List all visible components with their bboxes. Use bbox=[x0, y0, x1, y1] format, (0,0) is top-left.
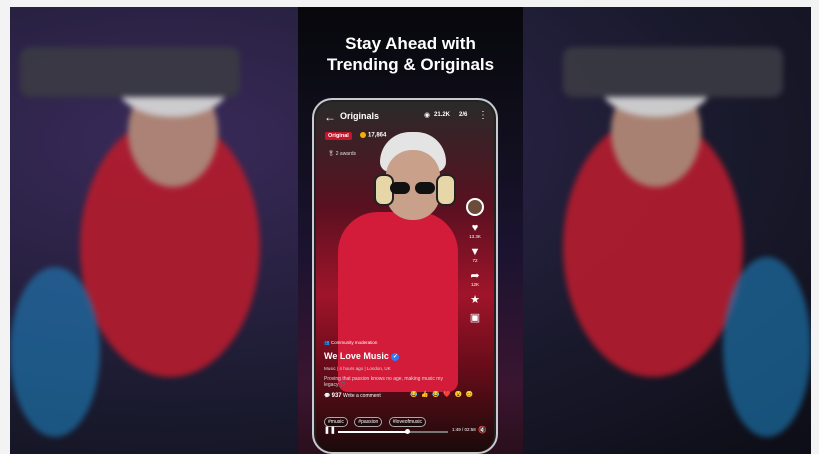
video-meta: Music | 4 hours ago | London, UK bbox=[324, 366, 391, 371]
video-title-row: We Love Music ✓ bbox=[324, 351, 484, 361]
like-count: 13.3K bbox=[469, 234, 481, 239]
action-rail: ♥ 13.3K ▼ 72 ➦ 12K ★ ▣ bbox=[463, 198, 487, 324]
top-bar: ← Originals ◉ 21.2K 2/6 ⋮ bbox=[316, 110, 494, 126]
headline-line-1: Stay Ahead with bbox=[345, 34, 476, 53]
original-badge: Original bbox=[325, 132, 352, 140]
pause-icon[interactable]: ❚❚ bbox=[324, 426, 336, 434]
heart-icon[interactable]: ♥ bbox=[463, 222, 487, 234]
player-controls: ❚❚ 1:49 / 02:58 🔇 bbox=[324, 426, 487, 438]
creator-avatar[interactable] bbox=[466, 198, 484, 216]
video-screen: ← Originals ◉ 21.2K 2/6 ⋮ Original 17,86… bbox=[316, 102, 494, 452]
verified-icon: ✓ bbox=[391, 352, 400, 361]
page-title: Originals bbox=[340, 111, 380, 121]
comment-count: 937 bbox=[331, 393, 342, 399]
video-info: 👥 Community moderation We Love Music ✓ M… bbox=[324, 340, 484, 399]
phone-mockup: ← Originals ◉ 21.2K 2/6 ⋮ Original 17,86… bbox=[312, 98, 498, 454]
promo-headline: Stay Ahead with Trending & Originals bbox=[298, 33, 523, 75]
comment-input[interactable]: Write a comment bbox=[343, 393, 381, 399]
coin-count: 17,864 bbox=[360, 132, 386, 139]
share-count: 12K bbox=[470, 282, 479, 287]
dislike-count: 72 bbox=[472, 258, 478, 263]
video-pager: 2/6 bbox=[459, 112, 468, 118]
view-count: 21.2K bbox=[434, 112, 451, 118]
video-description: Proving that passion knows no age, makin… bbox=[324, 376, 443, 388]
coin-value: 17,864 bbox=[368, 132, 387, 139]
progress-knob[interactable] bbox=[405, 429, 411, 434]
video-title: We Love Music bbox=[324, 351, 389, 361]
eye-icon: ◉ bbox=[424, 112, 431, 119]
blurred-background-right bbox=[523, 7, 811, 454]
awards-label: 2 awards bbox=[335, 151, 357, 157]
headphone-right bbox=[436, 174, 456, 206]
more-vertical-icon[interactable]: ⋮ bbox=[478, 110, 488, 122]
mute-icon[interactable]: 🔇 bbox=[478, 426, 487, 434]
sunglasses bbox=[390, 182, 436, 194]
share-icon[interactable]: ➦ bbox=[463, 270, 487, 282]
gift-icon[interactable]: ▣ bbox=[463, 312, 487, 324]
awards-row[interactable]: 🎖 2 awards bbox=[328, 151, 356, 157]
star-icon[interactable]: ★ bbox=[463, 294, 487, 306]
progress-track[interactable] bbox=[338, 429, 448, 434]
thumbs-down-icon[interactable]: ▼ bbox=[463, 246, 487, 258]
progress-fill bbox=[338, 431, 408, 433]
coin-icon bbox=[360, 132, 366, 138]
back-arrow-icon[interactable]: ← bbox=[324, 110, 336, 124]
community-text: Community moderation bbox=[330, 340, 378, 345]
quick-reactions[interactable]: 😂 👍 😂 ❤️ 😮 😊 bbox=[410, 391, 474, 398]
playback-time: 1:49 / 02:58 bbox=[452, 427, 476, 432]
blurred-background-left bbox=[10, 7, 298, 454]
community-label: 👥 Community moderation bbox=[324, 340, 378, 345]
headline-line-2: Trending & Originals bbox=[326, 55, 495, 74]
